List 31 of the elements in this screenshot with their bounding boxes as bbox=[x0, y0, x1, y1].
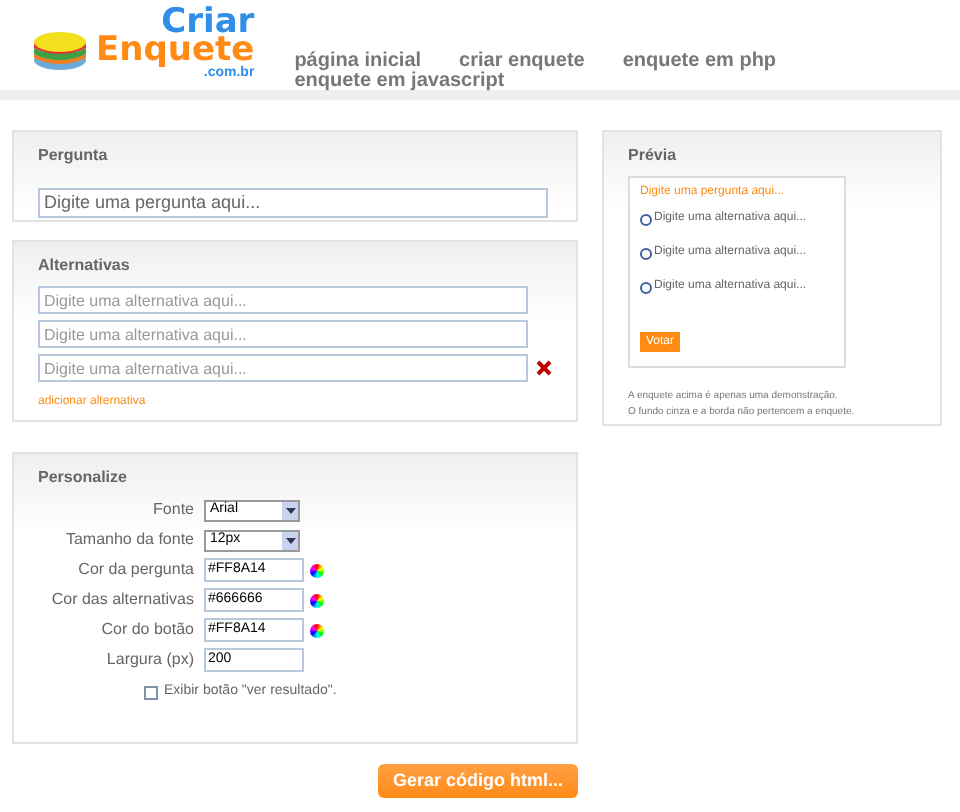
remove-icon[interactable] bbox=[536, 360, 552, 376]
caret-icon bbox=[285, 507, 295, 513]
nav-link[interactable]: página inicial bbox=[294, 52, 422, 72]
logo-text: Criar bbox=[161, 8, 255, 36]
nav-link[interactable]: enquete em php bbox=[622, 52, 777, 72]
field-label: Cor do botão bbox=[99, 618, 194, 642]
input-field[interactable]: Digite uma alternativa aqui... bbox=[38, 320, 528, 348]
nav-link[interactable]: criar enquete bbox=[459, 52, 585, 72]
input-field[interactable]: Digite uma alternativa aqui... bbox=[38, 354, 528, 382]
field-label: Cor da pergunta bbox=[76, 558, 194, 582]
radio-button[interactable] bbox=[640, 281, 652, 293]
checkbox[interactable] bbox=[144, 685, 158, 700]
pie-chart-icon bbox=[32, 26, 88, 74]
color-wheel-icon[interactable] bbox=[310, 623, 324, 637]
radio-button[interactable] bbox=[640, 247, 652, 259]
field-label: Tamanho da fonte bbox=[63, 528, 194, 552]
panel-title: Alternativas bbox=[38, 254, 132, 278]
caret-icon bbox=[285, 537, 295, 543]
color-wheel-icon[interactable] bbox=[310, 563, 324, 577]
color-wheel-icon[interactable] bbox=[310, 593, 324, 607]
logo-text: Enquete bbox=[96, 36, 255, 66]
nav-link[interactable]: enquete em javascript bbox=[294, 72, 505, 92]
panel-title: Prévia bbox=[628, 144, 679, 168]
radio-button[interactable] bbox=[640, 213, 652, 225]
field-label: Largura (px) bbox=[104, 648, 194, 672]
field-label: Fonte bbox=[151, 498, 194, 522]
panel-title: Personalize bbox=[38, 466, 129, 490]
field-label: Cor das alternativas bbox=[49, 588, 194, 612]
panel-title: Pergunta bbox=[38, 144, 110, 168]
input-field[interactable]: Digite uma pergunta aqui... bbox=[38, 187, 548, 217]
input-field[interactable]: Digite uma alternativa aqui... bbox=[38, 286, 528, 314]
